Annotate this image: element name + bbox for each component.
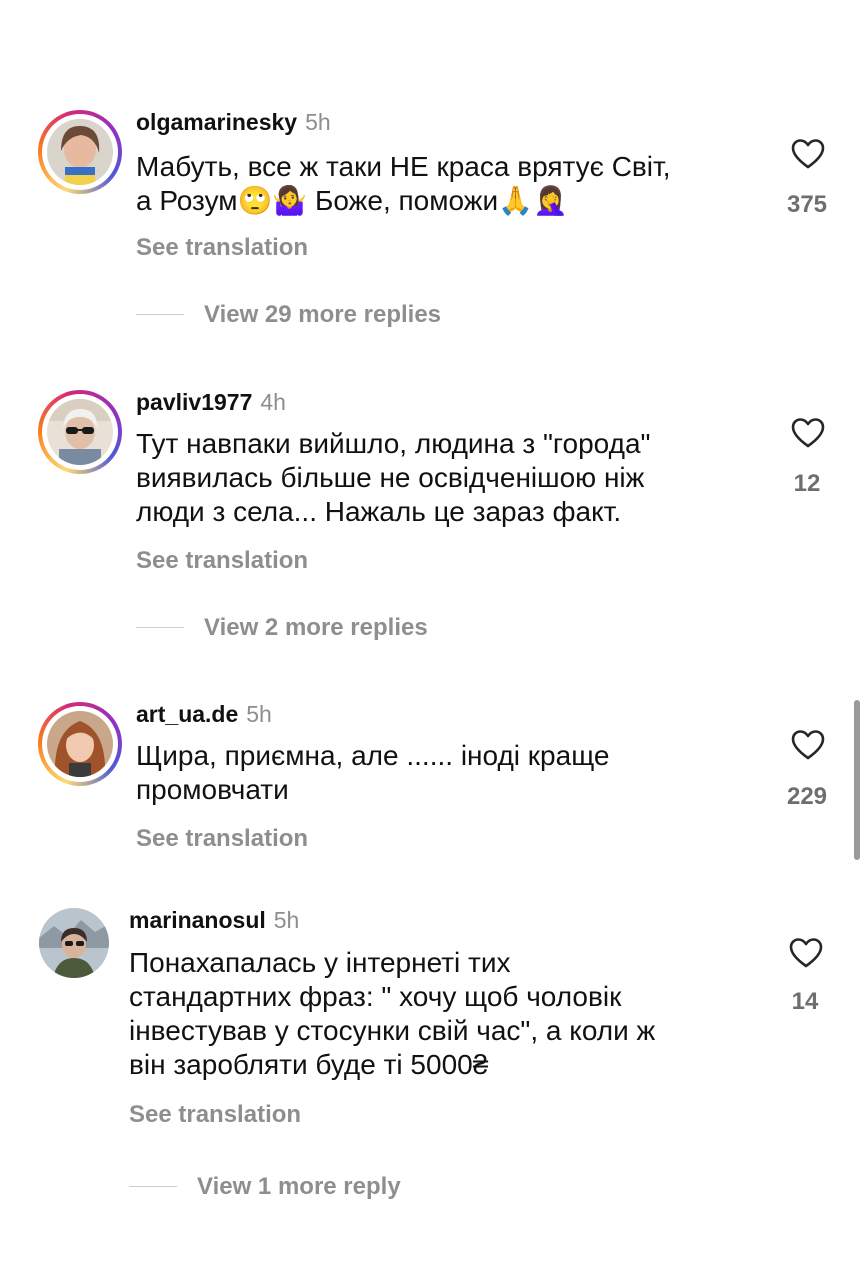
replies-divider-line [136, 314, 184, 316]
view-replies-button[interactable]: View 2 more replies [136, 614, 428, 642]
comment-timestamp: 4h [260, 389, 286, 415]
like-count: 12 [793, 470, 821, 497]
heart-outline-icon [791, 730, 825, 760]
comment-text: Понахапалась у інтернеті тих стандартних… [129, 946, 739, 1082]
see-translation-link[interactable]: See translation [136, 825, 308, 853]
see-translation-link[interactable]: See translation [136, 234, 308, 262]
comment-text-line: люди з села... Нажаль це зараз факт. [136, 496, 622, 527]
view-replies-button[interactable]: View 29 more replies [136, 301, 441, 329]
comment-text: Мабуть, все ж таки НЕ краса врятує Світ,… [136, 150, 746, 218]
comment-username[interactable]: art_ua.de [136, 701, 238, 727]
comment-text-line: Тут навпаки вийшло, людина з "города" [136, 428, 651, 459]
avatar[interactable] [47, 399, 113, 465]
scrollbar[interactable] [854, 700, 860, 860]
heart-outline-icon [791, 139, 825, 169]
see-translation-link[interactable]: See translation [129, 1101, 301, 1129]
comment-text-line: промовчати [136, 774, 289, 805]
comment-text: Тут навпаки вийшло, людина з "города" ви… [136, 427, 746, 529]
comment-text-line: стандартних фраз: " хочу щоб чоловік [129, 981, 622, 1012]
comment-username[interactable]: olgamarinesky [136, 109, 297, 135]
comment-timestamp: 5h [246, 701, 272, 727]
heart-outline-icon [791, 418, 825, 448]
comment-timestamp: 5h [305, 109, 331, 135]
comment-text-line: виявилась більше не освідченішою ніж [136, 462, 645, 493]
comment-text-line: а Розум🙄🤷‍♀️ Боже, поможи🙏🤦‍♀️ [136, 185, 568, 216]
replies-divider-line [129, 1186, 177, 1188]
like-button[interactable] [783, 138, 833, 170]
view-replies-label: View 1 more reply [197, 1173, 401, 1200]
comment-text: Щира, приємна, але ...... іноді краще пр… [136, 739, 746, 807]
replies-divider-line [136, 627, 184, 629]
view-replies-button[interactable]: View 1 more reply [129, 1173, 401, 1201]
like-button[interactable] [783, 729, 833, 761]
see-translation-link[interactable]: See translation [136, 547, 308, 575]
avatar[interactable] [47, 119, 113, 185]
view-replies-label: View 2 more replies [204, 614, 428, 641]
comment-text-line: він заробляти буде ті 5000₴ [129, 1049, 489, 1080]
avatar[interactable] [47, 711, 113, 777]
like-count: 14 [791, 988, 819, 1015]
comment-text-line: Щира, приємна, але ...... іноді краще [136, 740, 610, 771]
like-button[interactable] [783, 417, 833, 449]
like-count: 375 [786, 191, 828, 218]
comment-text-line: Мабуть, все ж таки НЕ краса врятує Світ, [136, 151, 671, 182]
comment-text-line: інвестував у стосунки свій час", а коли … [129, 1015, 656, 1046]
comment-timestamp: 5h [273, 907, 300, 933]
avatar[interactable] [39, 908, 109, 978]
view-replies-label: View 29 more replies [204, 301, 442, 328]
comment-text-line: Понахапалась у інтернеті тих [129, 947, 511, 978]
like-button[interactable] [781, 937, 831, 969]
heart-outline-icon [789, 938, 823, 968]
like-count: 229 [786, 783, 828, 810]
comment-username[interactable]: pavliv1977 [136, 389, 252, 415]
comment-username[interactable]: marinanosul [129, 907, 266, 933]
